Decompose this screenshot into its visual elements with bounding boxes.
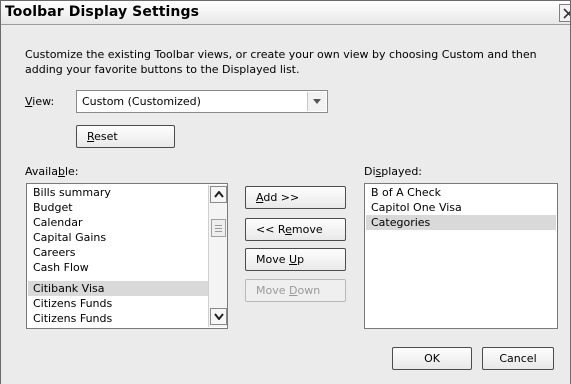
cancel-button[interactable]: Cancel: [482, 347, 554, 370]
list-item[interactable]: Citizens Funds: [28, 296, 208, 311]
close-icon: [563, 8, 570, 19]
move-up-button[interactable]: Move Up: [245, 248, 346, 271]
reset-button[interactable]: Reset: [76, 125, 175, 148]
list-item[interactable]: Cash Flow: [28, 260, 208, 275]
scroll-up-button[interactable]: [210, 186, 227, 203]
scroll-down-button[interactable]: [210, 308, 227, 325]
list-item-selected[interactable]: Categories: [366, 215, 556, 230]
available-label: Available:: [25, 165, 79, 178]
list-item[interactable]: Careers: [28, 245, 208, 260]
add-button[interactable]: Add >>: [245, 186, 346, 209]
view-select[interactable]: Custom (Customized): [76, 90, 328, 113]
toolbar-display-settings-dialog: Toolbar Display Settings Customize the e…: [0, 0, 571, 384]
displayed-label: Displayed:: [364, 165, 423, 178]
view-dropdown-button[interactable]: [307, 92, 326, 111]
list-item-selected[interactable]: Citibank Visa: [28, 281, 208, 296]
dialog-description: Customize the existing Toolbar views, or…: [25, 48, 537, 76]
list-item[interactable]: Calendar: [28, 215, 208, 230]
available-list[interactable]: Bills summary Budget Calendar Capital Ga…: [26, 183, 228, 329]
view-select-value: Custom (Customized): [82, 95, 201, 108]
available-scrollbar[interactable]: [208, 185, 227, 327]
list-item[interactable]: Capital Gains: [28, 230, 208, 245]
scroll-up-icon: [214, 191, 224, 198]
displayed-list[interactable]: B of A Check Capitol One Visa Categories: [364, 183, 558, 329]
close-button[interactable]: [559, 4, 570, 22]
scroll-thumb[interactable]: [211, 219, 226, 237]
title-bar: Toolbar Display Settings: [1, 1, 570, 25]
chevron-down-icon: [313, 99, 321, 104]
move-down-button[interactable]: Move Down: [245, 279, 346, 302]
dialog-title: Toolbar Display Settings: [5, 4, 200, 20]
remove-button[interactable]: << Remove: [245, 218, 346, 241]
ok-button[interactable]: OK: [392, 347, 472, 370]
list-item[interactable]: Bills summary: [28, 185, 208, 200]
scroll-down-icon: [214, 313, 224, 320]
list-item[interactable]: Budget: [28, 200, 208, 215]
list-item[interactable]: B of A Check: [366, 185, 556, 200]
list-item[interactable]: Citizens Funds: [28, 311, 208, 326]
view-label: View:: [25, 95, 55, 108]
list-item[interactable]: Capitol One Visa: [366, 200, 556, 215]
